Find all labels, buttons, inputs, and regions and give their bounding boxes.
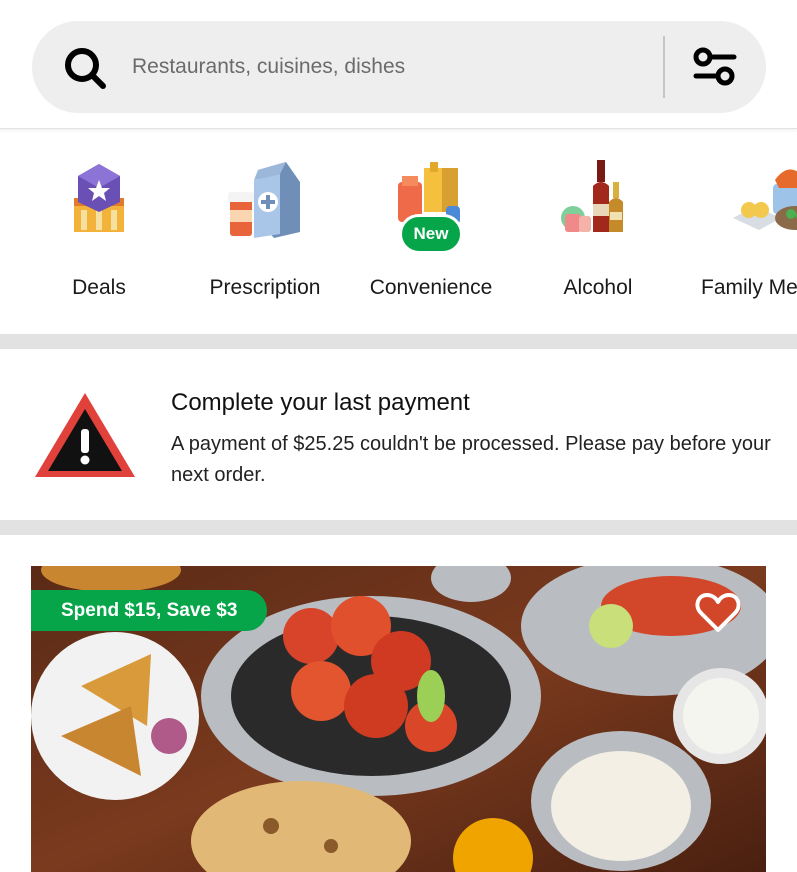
search-divider bbox=[663, 36, 665, 98]
search-bar[interactable] bbox=[32, 21, 766, 113]
search-input[interactable] bbox=[132, 47, 652, 87]
section-separator bbox=[0, 520, 797, 535]
warning-icon bbox=[35, 393, 135, 477]
category-label: Prescription bbox=[209, 276, 321, 299]
search-icon bbox=[65, 48, 106, 89]
category-label: Convenience bbox=[369, 276, 493, 299]
promo-badge: Spend $15, Save $3 bbox=[31, 590, 268, 631]
category-alcohol[interactable]: Alcohol bbox=[523, 130, 673, 334]
payment-notice-body: A payment of $25.25 couldn't be processe… bbox=[171, 433, 771, 486]
alcohol-icon bbox=[561, 160, 623, 232]
header bbox=[0, 0, 797, 129]
heart-icon[interactable] bbox=[695, 592, 741, 634]
category-family-meals[interactable]: Family Me bbox=[695, 130, 797, 334]
prescription-icon bbox=[228, 162, 300, 238]
family-meals-icon bbox=[733, 169, 797, 230]
filter-icon bbox=[693, 47, 737, 86]
payment-notice[interactable]: Complete your last payment A payment of … bbox=[0, 349, 797, 520]
category-label: Alcohol bbox=[563, 276, 633, 299]
section-separator bbox=[0, 334, 797, 349]
filter-button[interactable] bbox=[686, 39, 744, 95]
category-carousel[interactable]: Deals Prescription New Convenience Alcoh… bbox=[0, 130, 797, 334]
store-card[interactable]: Spend $15, Save $3 bbox=[31, 566, 766, 872]
category-label: Family Me bbox=[701, 276, 797, 299]
category-deals[interactable]: Deals bbox=[24, 130, 174, 334]
deals-icon bbox=[74, 164, 124, 232]
new-badge: New bbox=[399, 214, 463, 254]
category-prescription[interactable]: Prescription bbox=[190, 130, 340, 334]
payment-notice-title: Complete your last payment bbox=[171, 389, 470, 416]
category-convenience[interactable]: New Convenience bbox=[356, 130, 506, 334]
category-label: Deals bbox=[72, 276, 126, 299]
